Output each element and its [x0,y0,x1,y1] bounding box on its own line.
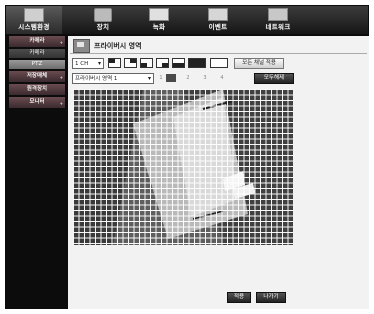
network-icon [268,8,288,21]
apply-all-channels-button[interactable]: 모든 채널 적용 [234,58,284,69]
zone-number-marker[interactable] [166,74,176,82]
record-icon [149,8,169,21]
sidebar-item-label: 저장매체 [26,73,48,79]
channel-select[interactable]: 1 CH ▾ [72,58,104,69]
zone-number-3[interactable]: 3 [200,74,210,82]
panel-header: 프라이버시 영역 [70,37,367,54]
sidebar-subitem-ptz[interactable]: PTZ [9,60,65,69]
camera-preview[interactable] [73,89,293,245]
layout-top-left-button[interactable] [108,58,121,68]
zone-number-1[interactable]: 1 [156,74,166,82]
layout-bottom-left-button[interactable] [140,58,153,68]
tab-label: 장치 [96,23,110,31]
layout-fill [141,63,147,67]
privacy-grid-overlay[interactable] [73,89,293,245]
expand-icon: + [59,101,63,106]
layout-fill [173,63,184,67]
layout-fill [189,59,205,67]
header-divider [70,53,367,54]
layout-fill [162,63,168,67]
chevron-down-icon: ▾ [97,60,101,67]
sidebar: 카메라 + 카메라 PTZ 저장매체 + 원격장치 모니터 + [9,36,65,110]
tab-device[interactable]: 장치 [78,6,128,34]
event-icon [208,8,228,21]
expand-icon: + [59,40,63,45]
channel-select-value: 1 CH [75,61,89,67]
tab-label: 네트워크 [265,23,291,31]
zone-number-4[interactable]: 4 [217,74,227,82]
privacy-zone-icon [73,39,90,53]
privacy-zone-panel: 프라이버시 영역 1 CH ▾ 모든 채널 적용 프라이버시 영역 1 ▾ 1 … [68,36,369,309]
apply-button[interactable]: 적용 [227,292,251,303]
exit-button[interactable]: 나가기 [256,292,286,303]
layout-fill [109,59,115,63]
sidebar-item-storage[interactable]: 저장매체 + [9,71,65,82]
tab-system[interactable]: 시스템환경 [6,6,62,34]
sidebar-item-label: 모니터 [29,99,45,105]
layout-empty-button[interactable] [210,58,228,68]
layout-full-button[interactable] [188,58,206,68]
camera-icon [94,8,112,22]
page-title: 프라이버시 영역 [94,42,142,50]
tab-event[interactable]: 이벤트 [192,6,244,34]
tab-network[interactable]: 네트워크 [250,6,306,34]
sidebar-item-label: PTZ [31,61,43,67]
privacy-zone-select-value: 프라이버시 영역 1 [75,76,118,82]
tab-label: 이벤트 [208,23,228,31]
chevron-down-icon: ▾ [147,75,151,82]
tab-label: 녹화 [152,23,166,31]
clear-all-button[interactable]: 모두해제 [254,73,294,84]
sidebar-item-camera[interactable]: 카메라 + [9,36,65,47]
layout-bottom-half-button[interactable] [172,58,185,68]
layout-bottom-right-button[interactable] [156,58,169,68]
tab-record[interactable]: 녹화 [134,6,184,34]
sidebar-item-label: 카메라 [29,38,45,44]
sidebar-item-label: 원격장치 [26,86,48,92]
layout-top-right-button[interactable] [124,58,137,68]
system-icon [24,8,44,22]
top-menu-bar: 시스템환경 장치 녹화 이벤트 네트워크 [6,6,368,34]
privacy-zone-select[interactable]: 프라이버시 영역 1 ▾ [72,73,154,84]
zone-number-2[interactable]: 2 [183,74,193,82]
layout-fill [130,59,136,63]
tab-label: 시스템환경 [18,23,50,31]
sidebar-item-monitor[interactable]: 모니터 + [9,97,65,108]
expand-icon: + [59,75,63,80]
sidebar-item-label: 카메라 [29,50,45,56]
sidebar-subitem-camera[interactable]: 카메라 [9,49,65,58]
sidebar-item-remote-device[interactable]: 원격장치 [9,84,65,95]
